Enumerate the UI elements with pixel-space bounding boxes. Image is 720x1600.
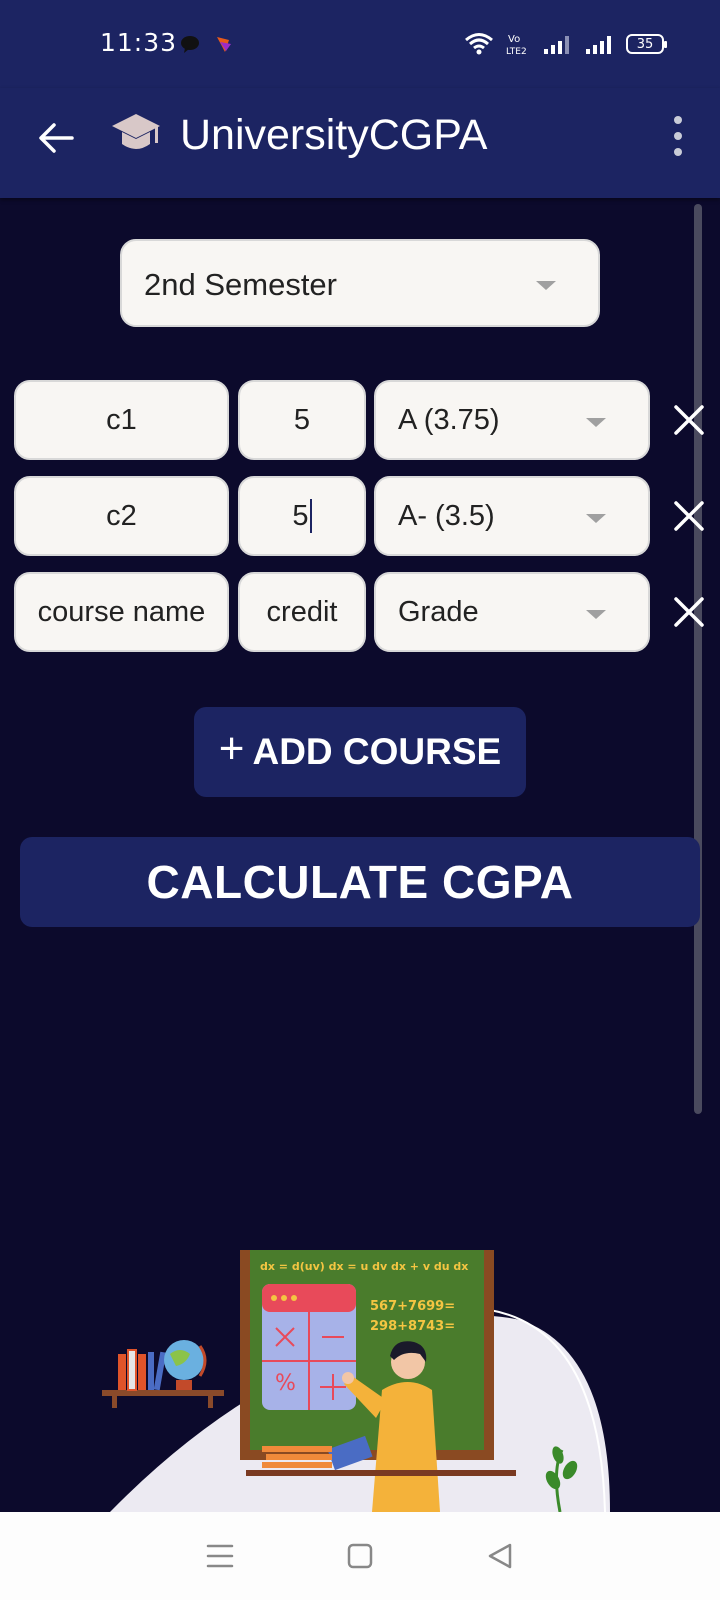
book (118, 1354, 126, 1390)
status-time: 11:33 (100, 28, 178, 57)
board-equation: dx = d(uv) dx = u dv dx + v du dx (260, 1260, 468, 1273)
svg-text:%: % (275, 1371, 296, 1396)
credit-input[interactable]: 5 (238, 380, 366, 460)
shelf (102, 1390, 224, 1396)
course-row: c2 5 A- (3.5) (14, 476, 714, 556)
teacher-illustration: dx = d(uv) dx = u dv dx + v du dx 567+76… (0, 1250, 720, 1512)
add-course-label: ADD COURSE (252, 731, 502, 772)
remove-course-button[interactable] (664, 395, 714, 445)
add-course-button[interactable]: + ADD COURSE (194, 707, 526, 797)
credit-value: 5 (292, 499, 309, 532)
menu-lines-icon (206, 1544, 234, 1568)
back-button[interactable] (32, 114, 80, 162)
volte-icon: Vo LTE2 (506, 34, 527, 56)
chat-notification-icon (181, 36, 199, 53)
remove-course-button[interactable] (664, 587, 714, 637)
course-name-input[interactable]: c2 (14, 476, 229, 556)
overflow-dot-icon (674, 148, 682, 156)
app-title: UniversityCGPA (180, 111, 488, 159)
arrow-left-icon (39, 123, 74, 153)
wifi-icon (465, 33, 493, 55)
course-row: course name credit Grade (14, 572, 714, 652)
status-icons: Vo LTE2 35 (464, 30, 667, 58)
close-icon (674, 405, 704, 435)
grade-value: A- (3.5) (398, 499, 495, 532)
svg-text:LTE2: LTE2 (506, 47, 527, 56)
plus-icon: + (218, 724, 245, 773)
credit-input[interactable]: 5 (238, 476, 366, 556)
overflow-dot-icon (674, 132, 682, 140)
dropdown-caret-icon (586, 418, 606, 427)
signal-1-icon (544, 36, 569, 54)
calculate-cgpa-button[interactable]: CALCULATE CGPA (20, 837, 700, 927)
overflow-dot-icon (674, 116, 682, 124)
text-cursor (309, 499, 312, 533)
close-icon (674, 501, 704, 531)
remove-course-button[interactable] (664, 491, 714, 541)
credit-input[interactable]: credit (238, 572, 366, 652)
more-options-button[interactable] (666, 112, 690, 160)
scrollbar[interactable] (694, 204, 702, 1114)
semester-value: 2nd Semester (144, 267, 337, 302)
semester-dropdown[interactable]: 2nd Semester (120, 239, 600, 327)
close-icon (674, 597, 704, 627)
back-nav-button[interactable] (476, 1532, 524, 1580)
course-row: c1 5 A (3.75) (14, 380, 714, 460)
dropdown-caret-icon (536, 281, 556, 290)
status-bar: 11:33 Vo LTE2 35 (0, 0, 720, 88)
grade-value: Grade (398, 595, 479, 628)
board-sum-1: 567+7699= (370, 1299, 455, 1314)
graduation-cap-icon (112, 114, 160, 149)
grade-dropdown[interactable]: A- (3.5) (374, 476, 650, 556)
triangle-back-icon (488, 1543, 512, 1569)
board-sum-2: 298+8743= (370, 1319, 455, 1334)
grade-value: A (3.75) (398, 403, 500, 436)
square-icon (347, 1543, 373, 1569)
signal-2-icon (586, 36, 611, 54)
svg-text:Vo: Vo (508, 34, 520, 45)
course-name-input[interactable]: c1 (14, 380, 229, 460)
app-notification-icon (217, 37, 231, 52)
home-button[interactable] (336, 1532, 384, 1580)
course-name-input[interactable]: course name (14, 572, 229, 652)
grade-dropdown[interactable]: Grade (374, 572, 650, 652)
illustration-graphic: dx = d(uv) dx = u dv dx + v du dx 567+76… (102, 1250, 610, 1512)
recents-button[interactable] (196, 1532, 244, 1580)
battery-indicator: 35 (626, 34, 667, 54)
system-navigation-bar (0, 1512, 720, 1600)
grade-dropdown[interactable]: A (3.75) (374, 380, 650, 460)
dropdown-caret-icon (586, 610, 606, 619)
app-bar: UniversityCGPA (0, 88, 720, 198)
dropdown-caret-icon (586, 514, 606, 523)
